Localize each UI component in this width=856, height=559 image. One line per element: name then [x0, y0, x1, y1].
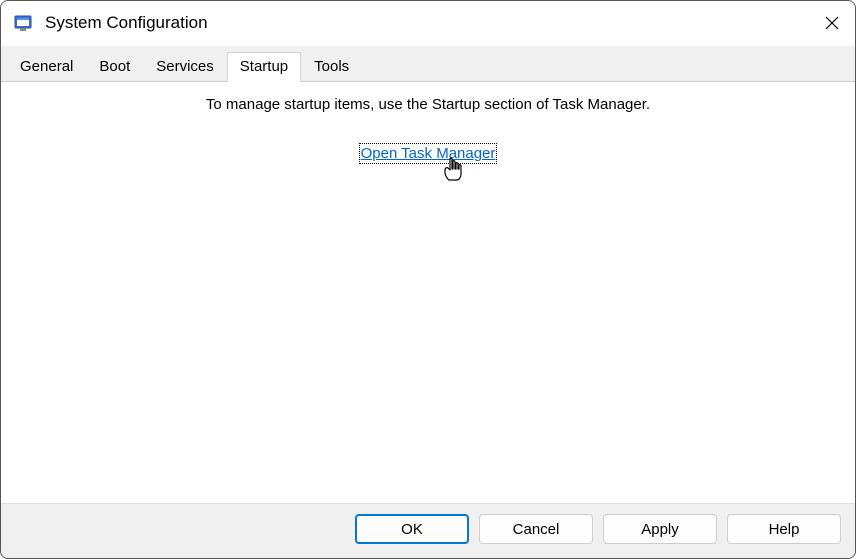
cancel-button[interactable]: Cancel — [479, 514, 593, 544]
tab-boot[interactable]: Boot — [86, 52, 143, 81]
app-icon — [13, 13, 33, 33]
tab-label: Services — [156, 58, 214, 75]
tab-services[interactable]: Services — [143, 52, 227, 81]
tab-bar: General Boot Services Startup Tools — [1, 46, 855, 82]
tab-tools[interactable]: Tools — [301, 52, 362, 81]
tab-label: Startup — [240, 58, 288, 75]
window-title: System Configuration — [45, 13, 809, 33]
open-task-manager-link[interactable]: Open Task Manager — [361, 145, 496, 162]
dialog-footer: OK Cancel Apply Help — [1, 503, 855, 558]
apply-button[interactable]: Apply — [603, 514, 717, 544]
tab-label: General — [20, 58, 73, 75]
close-button[interactable] — [809, 1, 855, 46]
titlebar: System Configuration — [1, 1, 855, 46]
startup-tab-content: To manage startup items, use the Startup… — [1, 82, 855, 503]
tab-startup[interactable]: Startup — [227, 52, 301, 82]
help-button[interactable]: Help — [727, 514, 841, 544]
tab-label: Boot — [99, 58, 130, 75]
tab-general[interactable]: General — [7, 52, 86, 81]
tab-label: Tools — [314, 58, 349, 75]
startup-message: To manage startup items, use the Startup… — [21, 96, 835, 113]
ok-button[interactable]: OK — [355, 514, 469, 544]
system-configuration-window: System Configuration General Boot Servic… — [0, 0, 856, 559]
